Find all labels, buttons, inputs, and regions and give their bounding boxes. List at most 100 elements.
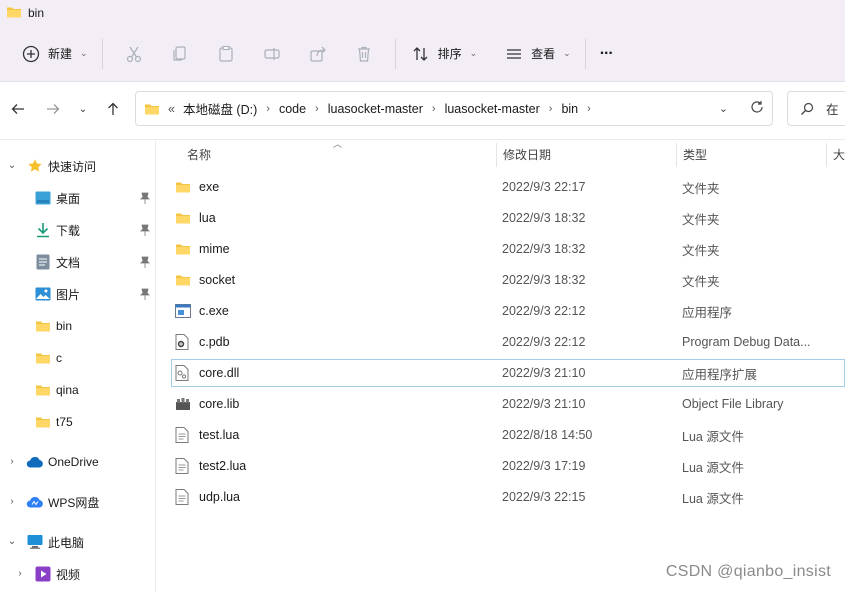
address-bar[interactable]: « 本地磁盘 (D:) › code › luasocket-master › … [135, 91, 773, 126]
table-row[interactable]: udp.lua 2022/9/3 22:15 Lua 源文件 [171, 483, 845, 511]
chevron-down-icon[interactable]: ⌄ [5, 160, 19, 171]
back-icon[interactable] [7, 96, 29, 122]
file-name-cell: lua [175, 204, 216, 232]
breadcrumb-overflow[interactable]: « [168, 102, 175, 116]
folder-icon [35, 383, 51, 400]
pin-icon[interactable] [140, 288, 150, 303]
chevron-right-icon[interactable]: › [587, 103, 591, 115]
search-input[interactable]: 在 [826, 99, 839, 118]
chevron-right-icon[interactable]: › [13, 568, 27, 579]
view-button-label: 查看 [531, 47, 556, 61]
column-divider[interactable] [496, 143, 497, 167]
sidebar-item-wps[interactable]: › WPS网盘 [0, 489, 156, 515]
text-file-icon [175, 427, 193, 443]
paste-icon[interactable] [215, 43, 237, 65]
file-name: c.exe [199, 304, 229, 318]
sidebar-item-label: 桌面 [56, 191, 81, 206]
pdb-icon [175, 334, 193, 350]
table-row[interactable]: c.exe 2022/9/3 22:12 应用程序 [171, 297, 845, 325]
recent-locations-icon[interactable]: ⌄ [72, 96, 94, 122]
view-icon [503, 43, 525, 65]
sidebar-item-pictures[interactable]: 图片 [0, 281, 156, 307]
sidebar-item-desktop[interactable]: 桌面 [0, 185, 156, 211]
share-icon[interactable] [307, 43, 329, 65]
table-row[interactable]: mime 2022/9/3 18:32 文件夹 [171, 235, 845, 263]
chevron-right-icon[interactable]: › [315, 103, 319, 115]
file-name-cell: c.pdb [175, 328, 230, 356]
file-name-cell: udp.lua [175, 483, 240, 511]
column-header-size-label: 大 [833, 147, 845, 162]
breadcrumb-luasocket-master-1[interactable]: luasocket-master [328, 102, 423, 116]
pin-icon[interactable] [140, 192, 150, 207]
copy-icon[interactable] [169, 43, 191, 65]
column-header-size[interactable]: 大 [833, 141, 845, 167]
chevron-right-icon[interactable]: › [432, 103, 436, 115]
sidebar-item-this-pc[interactable]: ⌄ 此电脑 [0, 529, 156, 555]
table-row[interactable]: socket 2022/9/3 18:32 文件夹 [171, 266, 845, 294]
new-button[interactable]: 新建 ⌄ [16, 38, 92, 70]
breadcrumb-luasocket-master-2[interactable]: luasocket-master [445, 102, 540, 116]
table-row[interactable]: core.lib 2022/9/3 21:10 Object File Libr… [171, 390, 845, 418]
file-name: test2.lua [199, 459, 247, 473]
chevron-down-icon: ⌄ [469, 48, 478, 58]
folder-icon [175, 242, 193, 256]
breadcrumb-bin[interactable]: bin [561, 102, 578, 116]
forward-icon[interactable] [42, 96, 64, 122]
sidebar-item-c[interactable]: c [0, 345, 156, 371]
chevron-down-icon[interactable]: ⌄ [5, 536, 19, 547]
file-date: 2022/9/3 17:19 [502, 459, 586, 473]
breadcrumb-code[interactable]: code [279, 102, 306, 116]
table-row[interactable]: test.lua 2022/8/18 14:50 Lua 源文件 [171, 421, 845, 449]
table-row[interactable]: lua 2022/9/3 18:32 文件夹 [171, 204, 845, 232]
rename-icon[interactable] [261, 43, 283, 65]
pin-icon[interactable] [140, 224, 150, 239]
refresh-icon[interactable] [750, 100, 764, 117]
file-type: Lua 源文件 [682, 429, 744, 444]
table-row[interactable]: test2.lua 2022/9/3 17:19 Lua 源文件 [171, 452, 845, 480]
chevron-right-icon[interactable]: › [5, 496, 19, 507]
chevron-right-icon[interactable]: › [549, 103, 553, 115]
dll-icon [175, 365, 193, 381]
column-header-date[interactable]: 修改日期 [503, 141, 551, 167]
sidebar-item-label: 图片 [56, 287, 81, 302]
breadcrumb-drive[interactable]: 本地磁盘 (D:) [183, 99, 257, 118]
file-date: 2022/9/3 18:32 [502, 242, 586, 256]
chevron-right-icon[interactable]: › [266, 103, 270, 115]
sidebar-item-bin[interactable]: bin [0, 313, 156, 339]
table-row[interactable]: exe 2022/9/3 22:17 文件夹 [171, 173, 845, 201]
cut-icon[interactable] [123, 43, 145, 65]
more-icon: ··· [599, 44, 614, 62]
sidebar-item-qina[interactable]: qina [0, 377, 156, 403]
file-name: udp.lua [199, 490, 241, 504]
folder-icon [35, 415, 51, 432]
file-name: socket [199, 273, 236, 287]
search-box[interactable]: 在 [787, 91, 845, 126]
sidebar-item-documents[interactable]: 文档 [0, 249, 156, 275]
more-button[interactable]: ··· [596, 38, 617, 70]
edit-actions [113, 38, 385, 70]
sort-button[interactable]: 排序 ⌄ [406, 38, 482, 70]
view-button[interactable]: 查看 ⌄ [499, 38, 575, 70]
pin-icon[interactable] [140, 256, 150, 271]
up-icon[interactable] [102, 96, 124, 122]
chevron-right-icon[interactable]: › [5, 456, 19, 467]
sidebar-item-label: 文档 [56, 255, 81, 270]
column-header-name-label: 名称 [187, 147, 212, 162]
folder-icon [35, 319, 51, 336]
file-name: lua [199, 211, 216, 225]
table-row-selected[interactable]: core.dll 2022/9/3 21:10 应用程序扩展 [171, 359, 845, 387]
column-header-name[interactable]: 名称 [187, 141, 211, 167]
folder-icon [175, 180, 193, 194]
sidebar-item-downloads[interactable]: 下载 [0, 217, 156, 243]
sidebar-item-video[interactable]: › 视频 [0, 561, 156, 587]
column-divider[interactable] [676, 143, 677, 167]
sidebar-item-t75[interactable]: t75 [0, 409, 156, 435]
file-date: 2022/9/3 21:10 [502, 366, 586, 380]
column-header-type[interactable]: 类型 [683, 141, 707, 167]
delete-icon[interactable] [353, 43, 375, 65]
sidebar-item-onedrive[interactable]: › OneDrive [0, 449, 156, 475]
chevron-down-icon[interactable]: ⌄ [719, 102, 728, 115]
sort-button-label: 排序 [437, 47, 462, 61]
table-row[interactable]: c.pdb 2022/9/3 22:12 Program Debug Data.… [171, 328, 845, 356]
column-divider[interactable] [826, 143, 827, 167]
